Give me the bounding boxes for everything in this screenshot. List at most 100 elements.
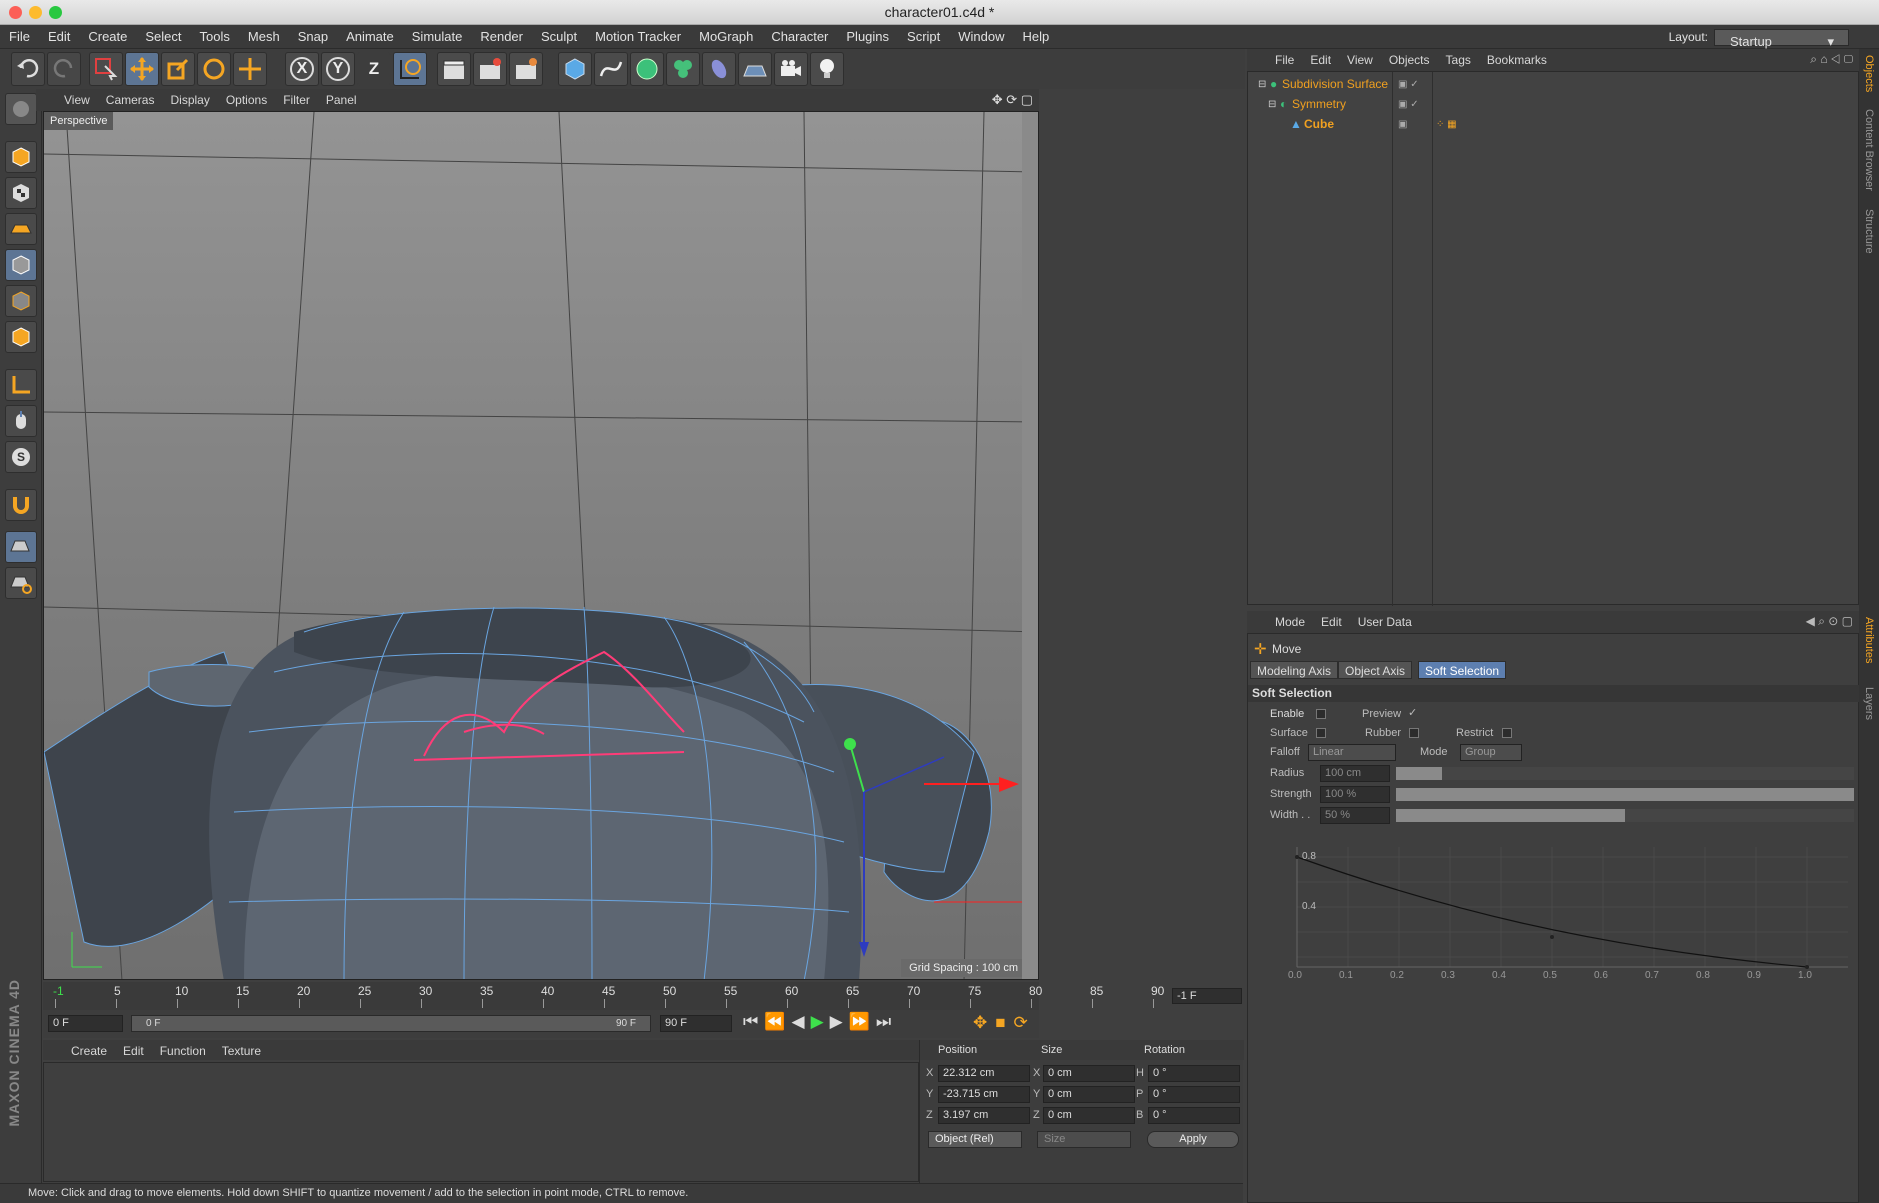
render-view-button[interactable] <box>437 52 471 86</box>
go-to-end-icon[interactable]: ⏭ <box>876 1012 897 1031</box>
strength-slider[interactable] <box>1396 788 1854 801</box>
transform-tool-button[interactable] <box>233 52 267 86</box>
attributes-menu-edit[interactable]: Edit <box>1313 611 1350 633</box>
light-button[interactable] <box>810 52 844 86</box>
collapse-icon[interactable]: ⊟ <box>1258 76 1266 93</box>
material-menu-texture[interactable]: Texture <box>214 1040 269 1062</box>
viewport-menu-filter[interactable]: Filter <box>275 89 318 111</box>
current-frame-field[interactable]: -1 F <box>1172 988 1242 1004</box>
side-tab-attributes[interactable]: Attributes <box>1863 617 1875 663</box>
attributes-menu-user-data[interactable]: User Data <box>1350 611 1420 633</box>
edges-mode-button[interactable] <box>5 285 37 317</box>
falloff-curve-graph[interactable]: 0.8 0.4 0.0 0.1 0.2 0.3 0.4 0.5 0.6 0.7 0.8 0.9 1.… <box>1288 827 1848 982</box>
attributes-menu-mode[interactable]: Mode <box>1267 611 1313 633</box>
position-y-field[interactable]: -23.715 cm <box>938 1086 1030 1103</box>
material-menu-function[interactable]: Function <box>152 1040 214 1062</box>
perspective-viewport[interactable]: Perspective Grid Spacing : 100 cm <box>43 111 1039 980</box>
menu-edit[interactable]: Edit <box>39 25 79 49</box>
key-rotate-icon[interactable]: ⟳ <box>1014 1013 1036 1032</box>
subdivision-surface-button[interactable] <box>630 52 664 86</box>
play-icon[interactable]: ▶ <box>811 1012 830 1031</box>
end-frame-field[interactable]: 90 F <box>660 1015 732 1032</box>
polygons-mode-button[interactable] <box>5 321 37 353</box>
rubber-checkbox[interactable] <box>1409 728 1419 738</box>
close-icon[interactable] <box>9 6 22 19</box>
position-z-field[interactable]: 3.197 cm <box>938 1107 1030 1124</box>
zoom-icon[interactable] <box>49 6 62 19</box>
rotation-b-field[interactable]: 0 ° <box>1148 1107 1240 1124</box>
snap-button[interactable] <box>5 489 37 521</box>
key-scale-icon[interactable]: ■ <box>995 1013 1013 1032</box>
object-menu-edit[interactable]: Edit <box>1302 49 1339 71</box>
viewport-menu-view[interactable]: View <box>56 89 98 111</box>
viewport-menu-cameras[interactable]: Cameras <box>98 89 163 111</box>
apply-button[interactable]: Apply <box>1147 1131 1239 1148</box>
planar-workplane-button[interactable] <box>5 567 37 599</box>
size-mode-select[interactable]: Size <box>1037 1131 1131 1148</box>
timeline-ruler[interactable]: -1 5 10 15 20 25 30 35 40 45 50 55 60 65 70 75 80 85 90 -1… <box>43 982 1242 1010</box>
coordinate-mode-select[interactable]: Object (Rel) <box>928 1131 1022 1148</box>
position-x-field[interactable]: 22.312 cm <box>938 1065 1030 1082</box>
width-field[interactable]: 50 % <box>1320 807 1390 824</box>
menu-select[interactable]: Select <box>136 25 190 49</box>
deformer-button[interactable] <box>702 52 736 86</box>
spline-button[interactable] <box>594 52 628 86</box>
viewport-navigation-icon[interactable]: ✥ ⟳ ▢ <box>992 92 1033 108</box>
y-axis-lock-button[interactable]: Y <box>321 52 355 86</box>
step-forward-icon[interactable]: ▶ <box>830 1012 849 1031</box>
live-selection-button[interactable] <box>89 52 123 86</box>
tab-modeling-axis[interactable]: Modeling Axis <box>1250 661 1339 679</box>
visibility-icon[interactable]: ▣ ✓ <box>1398 96 1419 113</box>
material-menu-edit[interactable]: Edit <box>115 1040 152 1062</box>
menu-animate[interactable]: Animate <box>337 25 403 49</box>
restrict-checkbox[interactable] <box>1502 728 1512 738</box>
size-y-field[interactable]: 0 cm <box>1043 1086 1135 1103</box>
axis-mode-button[interactable] <box>5 369 37 401</box>
texture-mode-button[interactable] <box>5 177 37 209</box>
preview-range-slider[interactable]: 0 F 90 F <box>131 1015 651 1032</box>
go-to-start-icon[interactable]: ⏮ <box>743 1012 764 1031</box>
rotation-h-field[interactable]: 0 ° <box>1148 1065 1240 1082</box>
scale-tool-button[interactable] <box>161 52 195 86</box>
cloner-button[interactable] <box>666 52 700 86</box>
tags-icon[interactable]: ⁘ ▦ <box>1436 116 1457 133</box>
menu-simulate[interactable]: Simulate <box>403 25 472 49</box>
coordinate-system-button[interactable] <box>393 52 427 86</box>
menu-script[interactable]: Script <box>898 25 949 49</box>
menu-create[interactable]: Create <box>79 25 136 49</box>
object-menu-file[interactable]: File <box>1267 49 1302 71</box>
radius-slider[interactable] <box>1396 767 1854 780</box>
strength-field[interactable]: 100 % <box>1320 786 1390 803</box>
minimize-icon[interactable] <box>29 6 42 19</box>
menu-sculpt[interactable]: Sculpt <box>532 25 586 49</box>
model-mode-button[interactable] <box>5 141 37 173</box>
size-x-field[interactable]: 0 cm <box>1043 1065 1135 1082</box>
size-z-field[interactable]: 0 cm <box>1043 1107 1135 1124</box>
menu-render[interactable]: Render <box>471 25 532 49</box>
menu-tools[interactable]: Tools <box>191 25 239 49</box>
rotate-tool-button[interactable] <box>197 52 231 86</box>
menu-file[interactable]: File <box>0 25 39 49</box>
viewport-scrollbar[interactable] <box>1022 112 1038 979</box>
z-axis-lock-button[interactable]: Z <box>357 52 391 86</box>
visibility-icon[interactable]: ▣ <box>1398 116 1407 133</box>
width-slider[interactable] <box>1396 809 1854 822</box>
viewport-menu-display[interactable]: Display <box>162 89 217 111</box>
viewport-menu-options[interactable]: Options <box>218 89 275 111</box>
solo-button[interactable]: S <box>5 441 37 473</box>
enable-checkbox[interactable] <box>1316 709 1326 719</box>
render-picture-viewer-button[interactable] <box>473 52 507 86</box>
menu-help[interactable]: Help <box>1014 25 1059 49</box>
rotation-p-field[interactable]: 0 ° <box>1148 1086 1240 1103</box>
object-row-subdivision-surface[interactable]: ⊟ ● Subdivision Surface ▣ ✓ <box>1248 76 1768 93</box>
tab-object-axis[interactable]: Object Axis <box>1338 661 1413 679</box>
workplane-mode-button[interactable] <box>5 213 37 245</box>
points-mode-button[interactable] <box>5 249 37 281</box>
collapse-icon[interactable]: ⊟ <box>1268 96 1276 113</box>
undo-button[interactable] <box>11 52 45 86</box>
menu-plugins[interactable]: Plugins <box>837 25 898 49</box>
object-menu-bookmarks[interactable]: Bookmarks <box>1479 49 1555 71</box>
side-tab-layers[interactable]: Layers <box>1863 687 1875 720</box>
menu-motion-tracker[interactable]: Motion Tracker <box>586 25 690 49</box>
search-icon[interactable]: ⌕ ⌂ ◁ ▢ <box>1810 52 1853 67</box>
